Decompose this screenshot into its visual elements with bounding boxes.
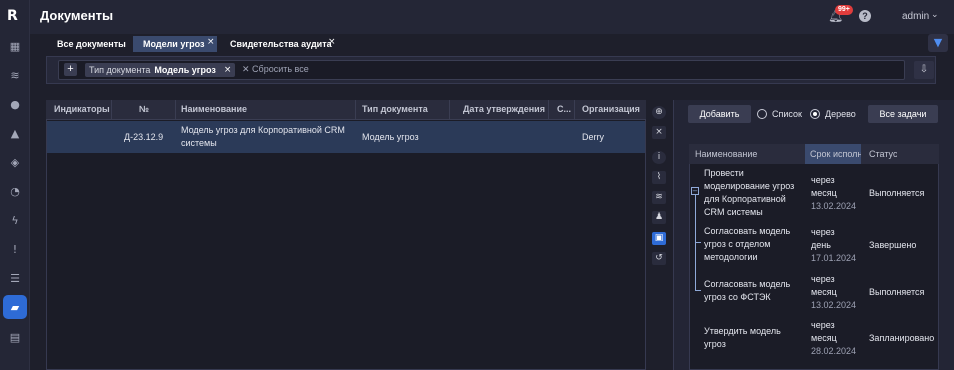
tab-close-icon[interactable]: × <box>207 37 215 47</box>
task-status: Запланировано <box>869 333 935 343</box>
cell-name-line2: системы <box>181 138 217 148</box>
filter-chip-name: Тип документа <box>89 65 151 75</box>
sidebar: R ▦ ≋ ● ▲ ◈ ◔ ϟ ! ☰ ▰ ▤ <box>0 0 30 370</box>
filter-icon[interactable]: ▼ <box>928 34 948 52</box>
close-icon[interactable]: × <box>224 63 232 77</box>
column-divider[interactable] <box>548 100 549 120</box>
database-icon[interactable]: ≋ <box>652 191 666 204</box>
col-name[interactable]: Наименование <box>181 104 247 114</box>
folder-open-icon[interactable]: ▰ <box>3 295 27 319</box>
col-due[interactable]: Срок исполнения <box>810 149 861 159</box>
filter-chip-value: Модель угроз <box>154 65 216 75</box>
grid-icon[interactable]: ▦ <box>6 37 24 55</box>
warning-icon[interactable]: ▲ <box>6 124 24 142</box>
user-stamp-icon[interactable]: ♟ <box>652 211 666 224</box>
task-due: через <box>811 320 835 330</box>
col-status[interactable]: Статус <box>869 149 897 159</box>
task-due: месяц <box>811 188 837 198</box>
task-due: день <box>811 240 831 250</box>
notification-badge: 99+ <box>835 5 853 15</box>
list-icon[interactable]: ☰ <box>6 269 24 287</box>
tasks-icon[interactable]: ▣ <box>652 232 666 245</box>
view-list-radio[interactable] <box>757 109 767 119</box>
task-status: Выполняется <box>869 287 925 297</box>
user-menu[interactable]: admin <box>902 11 929 22</box>
add-task-button[interactable]: Добавить <box>688 105 751 123</box>
task-date: 28.02.2024 <box>811 346 857 356</box>
task-due: через <box>811 227 835 237</box>
col-indicators[interactable]: Индикаторы <box>54 104 110 114</box>
document-icon[interactable]: ▤ <box>6 328 24 346</box>
task-due: месяц <box>811 287 837 297</box>
reset-filters[interactable]: ✕ Сбросить все <box>242 64 309 75</box>
cell-organization: Derry <box>582 132 604 142</box>
page-title: Документы <box>40 8 114 23</box>
tab-close-icon[interactable]: × <box>328 37 336 47</box>
add-circle-icon[interactable]: ⊕ <box>652 106 666 119</box>
task-status: Завершено <box>869 240 917 250</box>
task-name-line: угроз с отделом <box>704 239 771 249</box>
task-name-line: CRM системы <box>704 207 763 217</box>
task-due: месяц <box>811 333 837 343</box>
app-logo[interactable]: R <box>7 8 25 24</box>
reset-filters-label: Сбросить все <box>252 64 309 74</box>
shield-icon[interactable]: ◈ <box>6 153 24 171</box>
col-doc-type[interactable]: Тип документа <box>362 104 428 114</box>
help-icon[interactable]: ? <box>859 10 871 22</box>
column-divider[interactable] <box>175 100 176 120</box>
filter-chip[interactable]: Тип документа Модель угроз × <box>85 63 236 77</box>
column-divider[interactable] <box>574 100 575 120</box>
task-name-line: Утвердить модель <box>704 326 781 336</box>
task-date: 13.02.2024 <box>811 201 857 211</box>
col-s[interactable]: С... <box>557 104 571 114</box>
view-list-label[interactable]: Список <box>772 109 802 119</box>
column-divider[interactable] <box>355 100 356 120</box>
add-filter-button[interactable]: + <box>64 63 77 76</box>
tab-audit-evidence[interactable]: Свидетельства аудита <box>230 36 332 52</box>
view-tree-radio[interactable] <box>810 109 820 119</box>
grid-header <box>46 100 646 120</box>
attachment-icon[interactable]: ⌇ <box>652 171 666 184</box>
pie-icon[interactable]: ◔ <box>6 182 24 200</box>
task-status: Выполняется <box>869 188 925 198</box>
task-name-line: методологии <box>704 252 758 262</box>
task-name-line: для Корпоративной <box>704 194 786 204</box>
col-approval-date[interactable]: Дата утверждения <box>463 104 545 114</box>
export-icon[interactable]: ⇩ <box>914 61 934 79</box>
topbar <box>30 0 954 34</box>
task-date: 13.02.2024 <box>811 300 857 310</box>
close-icon[interactable]: × <box>652 126 666 139</box>
task-name-line: моделирование угроз <box>704 181 795 191</box>
task-due: через <box>811 175 835 185</box>
task-name-line: Согласовать модель <box>704 279 791 289</box>
cell-doc-type: Модель угроз <box>362 132 419 142</box>
chevron-down-icon[interactable]: ⌄ <box>931 10 939 20</box>
database-icon[interactable]: ≋ <box>6 66 24 84</box>
alert-circle-icon[interactable]: ! <box>6 240 24 258</box>
col-number[interactable]: № <box>139 104 149 114</box>
lightning-icon[interactable]: ϟ <box>6 211 24 229</box>
task-due: через <box>811 274 835 284</box>
task-name-line: Провести <box>704 168 744 178</box>
drop-icon[interactable]: ● <box>6 95 24 113</box>
cell-number: Д-23.12.9 <box>124 132 164 142</box>
task-name-line: угроз <box>704 339 726 349</box>
col-organization[interactable]: Организация <box>582 104 640 114</box>
task-date: 17.01.2024 <box>811 253 857 263</box>
all-tasks-button[interactable]: Все задачи <box>868 105 938 123</box>
view-tree-label[interactable]: Дерево <box>825 109 856 119</box>
cell-name-line1: Модель угроз для Корпоративной CRM <box>181 125 345 135</box>
column-divider[interactable] <box>449 100 450 120</box>
history-icon[interactable]: ↺ <box>652 252 666 265</box>
tab-all-documents[interactable]: Все документы <box>57 36 126 52</box>
task-name-line: угроз со ФСТЭК <box>704 292 771 302</box>
col-task-name[interactable]: Наименование <box>695 149 757 159</box>
tab-threat-models[interactable]: Модели угроз <box>133 36 217 52</box>
task-name-line: Согласовать модель <box>704 226 791 236</box>
column-divider[interactable] <box>111 100 112 120</box>
info-icon[interactable]: i <box>652 151 666 164</box>
